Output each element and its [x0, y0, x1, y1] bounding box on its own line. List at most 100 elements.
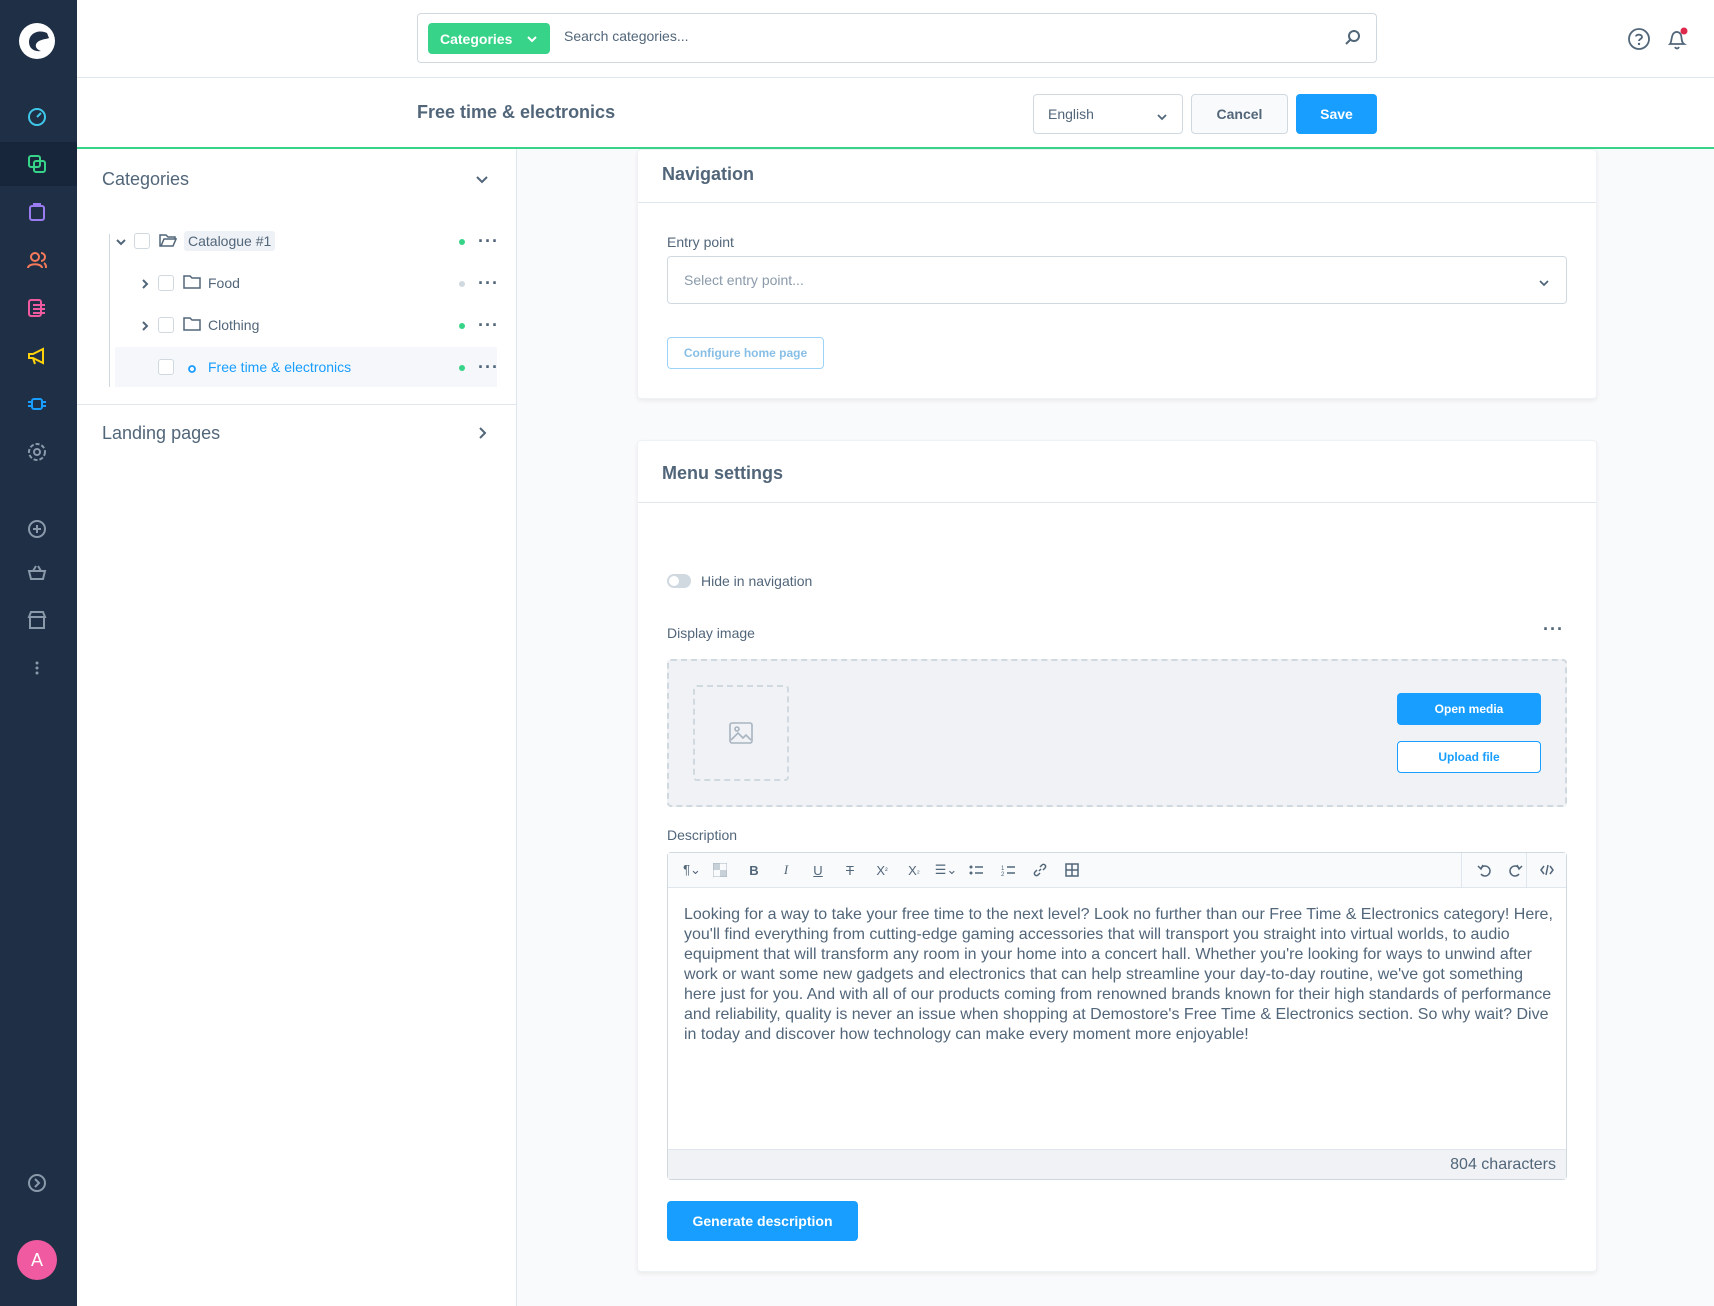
- tree-item-clothing[interactable]: Clothing ···: [115, 305, 499, 345]
- image-more-actions-icon[interactable]: ···: [1543, 619, 1564, 640]
- image-placeholder-icon: [693, 685, 789, 781]
- tree-checkbox[interactable]: [158, 275, 174, 291]
- chevron-right-icon[interactable]: [139, 277, 151, 295]
- language-value: English: [1048, 106, 1094, 122]
- customers-icon[interactable]: [24, 247, 50, 273]
- inactive-status-dot: [459, 281, 465, 287]
- italic-icon[interactable]: I: [776, 861, 796, 879]
- tree-connector: [109, 234, 110, 387]
- open-media-button[interactable]: Open media: [1397, 693, 1541, 725]
- more-actions-icon[interactable]: ···: [478, 357, 499, 378]
- entry-point-select[interactable]: Select entry point...: [667, 256, 1567, 304]
- page-header: Free time & electronics English Cancel S…: [77, 78, 1714, 149]
- active-status-dot: [459, 239, 465, 245]
- hide-in-navigation-label: Hide in navigation: [701, 573, 813, 589]
- extensions-icon[interactable]: [24, 391, 50, 417]
- navigation-card: Navigation Entry point Select entry poin…: [637, 149, 1597, 399]
- generate-description-button[interactable]: Generate description: [667, 1201, 858, 1241]
- global-search-bar: Categories: [417, 13, 1377, 63]
- marketing-icon[interactable]: [24, 343, 50, 369]
- more-actions-icon[interactable]: ···: [478, 231, 499, 252]
- chevron-down-icon: [526, 32, 538, 48]
- tree-checkbox[interactable]: [134, 233, 150, 249]
- link-icon[interactable]: [1030, 861, 1050, 879]
- cancel-button[interactable]: Cancel: [1191, 94, 1288, 134]
- tree-item-catalogue[interactable]: Catalogue #1 ···: [115, 221, 499, 261]
- active-status-dot: [459, 365, 465, 371]
- search-icon[interactable]: [1344, 29, 1362, 52]
- settings-icon[interactable]: [24, 439, 50, 465]
- top-header: Categories: [77, 0, 1714, 78]
- dashboard-icon[interactable]: [24, 103, 50, 129]
- editor-toolbar: ¶⌄ B I U T X² X₂ ☰⌄ 12: [668, 853, 1566, 888]
- toolbar-divider: [1526, 853, 1527, 888]
- categories-heading: Categories: [102, 169, 190, 189]
- text-align-icon[interactable]: ☰⌄: [932, 861, 960, 879]
- chevron-down-icon: [1538, 276, 1550, 292]
- hide-in-navigation-toggle[interactable]: [667, 574, 691, 588]
- page-title: Free time & electronics: [417, 102, 616, 122]
- chevron-down-icon[interactable]: [115, 235, 127, 253]
- entry-point-placeholder: Select entry point...: [684, 272, 804, 288]
- bold-icon[interactable]: B: [744, 861, 764, 879]
- svg-text:2: 2: [1001, 872, 1005, 876]
- expand-icon[interactable]: [24, 1170, 50, 1196]
- chevron-right-icon[interactable]: [474, 425, 490, 446]
- tree-item-label: Free time & electronics: [208, 359, 352, 375]
- description-text[interactable]: Looking for a way to take your free time…: [684, 905, 1554, 1045]
- tree-item-label: Catalogue #1: [184, 231, 276, 251]
- table-icon[interactable]: [1062, 861, 1082, 879]
- admin-nav-rail: A: [0, 0, 77, 1306]
- chevron-down-icon[interactable]: [474, 171, 490, 192]
- undo-icon[interactable]: [1474, 861, 1494, 879]
- code-view-icon[interactable]: [1537, 861, 1557, 879]
- configure-home-page-button[interactable]: Configure home page: [667, 337, 824, 369]
- shopware-logo-icon[interactable]: [17, 21, 57, 61]
- tree-item-label: Clothing: [208, 317, 260, 333]
- search-input[interactable]: [564, 28, 1304, 44]
- avatar[interactable]: A: [17, 1240, 57, 1280]
- strikethrough-icon[interactable]: T: [840, 861, 860, 879]
- bulleted-list-icon[interactable]: [966, 861, 986, 879]
- more-icon[interactable]: [24, 655, 50, 681]
- panel-divider: [77, 404, 517, 405]
- help-icon[interactable]: [1627, 27, 1651, 56]
- card-divider: [638, 502, 1596, 503]
- subscript-icon[interactable]: X₂: [904, 861, 924, 879]
- basket-icon[interactable]: [24, 560, 50, 586]
- more-actions-icon[interactable]: ···: [478, 315, 499, 336]
- tree-item-label: Food: [208, 275, 240, 291]
- save-button[interactable]: Save: [1296, 94, 1377, 134]
- description-label: Description: [667, 827, 738, 843]
- search-type-dropdown[interactable]: Categories: [428, 23, 551, 54]
- more-actions-icon[interactable]: ···: [478, 273, 499, 294]
- character-count: 804 characters: [1450, 1156, 1556, 1173]
- tree-checkbox[interactable]: [158, 359, 174, 375]
- tree-checkbox[interactable]: [158, 317, 174, 333]
- chevron-down-icon: [1156, 110, 1168, 126]
- add-icon[interactable]: [24, 516, 50, 542]
- superscript-icon[interactable]: X²: [872, 861, 892, 879]
- landing-pages-heading[interactable]: Landing pages: [102, 423, 220, 444]
- chevron-right-icon[interactable]: [139, 319, 151, 337]
- content-icon[interactable]: [24, 295, 50, 321]
- underline-icon[interactable]: U: [808, 861, 828, 879]
- redo-icon[interactable]: [1506, 861, 1526, 879]
- text-color-icon[interactable]: [710, 861, 730, 879]
- image-dropzone[interactable]: Open media Upload file: [667, 659, 1567, 807]
- upload-file-button[interactable]: Upload file: [1397, 741, 1541, 773]
- leaf-circle-icon: [187, 361, 197, 379]
- description-editor: ¶⌄ B I U T X² X₂ ☰⌄ 12 Looking for a way…: [667, 852, 1567, 1180]
- catalogues-icon[interactable]: [24, 151, 50, 177]
- orders-icon[interactable]: [24, 199, 50, 225]
- language-select[interactable]: English: [1033, 94, 1183, 134]
- store-icon[interactable]: [24, 607, 50, 633]
- tree-item-free-time-electronics[interactable]: Free time & electronics ···: [115, 347, 499, 387]
- active-status-dot: [459, 323, 465, 329]
- numbered-list-icon[interactable]: 12: [998, 861, 1018, 879]
- card-title: Navigation: [662, 164, 755, 184]
- tree-item-food[interactable]: Food ···: [115, 263, 499, 303]
- notification-bell-icon[interactable]: [1664, 26, 1690, 57]
- paragraph-format-icon[interactable]: ¶⌄: [678, 861, 706, 879]
- folder-open-icon: [159, 232, 178, 253]
